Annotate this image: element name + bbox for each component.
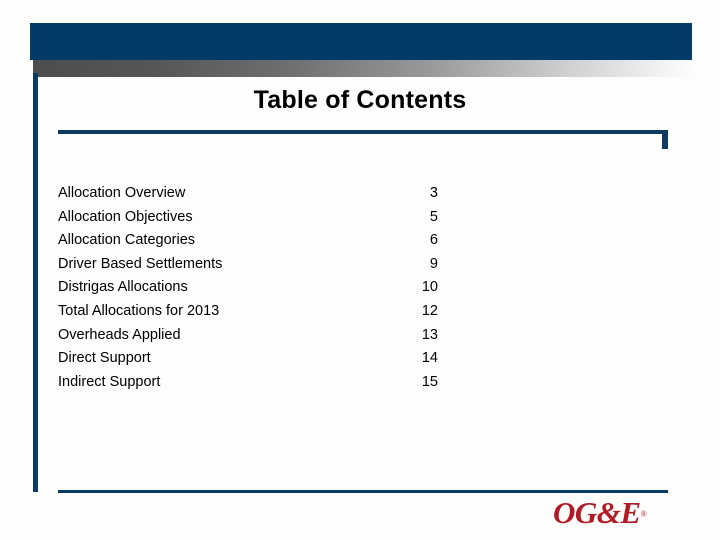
toc-entry-label: Direct Support [58, 350, 151, 367]
ogande-logo: OG&E® [553, 496, 665, 530]
toc-entry-label: Driver Based Settlements [58, 255, 223, 272]
toc-entry-page-number: 15 [421, 373, 438, 390]
toc-entry-label: Allocation Objectives [58, 208, 193, 225]
logo-wordmark: OG&E [553, 495, 641, 530]
toc-entry[interactable]: Indirect Support 15 [58, 371, 438, 395]
toc-entry[interactable]: Allocation Overview 3 [58, 182, 438, 206]
toc-entry-page-number: 3 [429, 185, 438, 201]
toc-entry[interactable]: Direct Support 14 [58, 347, 438, 371]
toc-entry-label: Distrigas Allocations [58, 279, 188, 296]
toc-entry-label: Total Allocations for 2013 [58, 302, 220, 319]
toc-entry-page-number: 12 [421, 302, 438, 319]
toc-entry-label: Allocation Overview [58, 185, 186, 201]
toc-entry[interactable]: Distrigas Allocations 10 [58, 276, 438, 300]
toc-entry-page-number: 13 [421, 326, 438, 343]
toc-entry[interactable]: Driver Based Settlements 9 [58, 253, 438, 277]
toc-entry[interactable]: Total Allocations for 2013 12 [58, 300, 438, 324]
toc-entry-label: Indirect Support [58, 373, 161, 390]
toc-entry-page-number: 10 [421, 279, 438, 296]
toc-entry-label: Overheads Applied [58, 326, 181, 343]
registered-trademark-icon: ® [640, 509, 647, 519]
slide-canvas: Table of Contents Allocation Overview 3 Al… [0, 0, 720, 540]
title-divider-rule [58, 130, 668, 134]
toc-entry-page-number: 5 [429, 208, 438, 225]
toc-entry-page-number: 9 [429, 255, 438, 272]
toc-entry-page-number: 6 [429, 232, 438, 249]
header-gradient-band [33, 60, 700, 77]
footer-divider-rule [58, 490, 668, 493]
toc-entry-label: Allocation Categories [58, 232, 196, 249]
toc-entry[interactable]: Allocation Objectives 5 [58, 206, 438, 230]
left-accent-bar [33, 73, 38, 492]
header-blue-band [30, 23, 692, 60]
toc-entry[interactable]: Allocation Categories 6 [58, 229, 438, 253]
toc-entry[interactable]: Overheads Applied 13 [58, 324, 438, 348]
table-of-contents-list: Allocation Overview 3 Allocation Objective… [58, 182, 438, 394]
title-divider-end-tick [662, 130, 668, 149]
toc-entry-page-number: 14 [421, 350, 438, 367]
page-title: Table of Contents [253, 86, 467, 114]
